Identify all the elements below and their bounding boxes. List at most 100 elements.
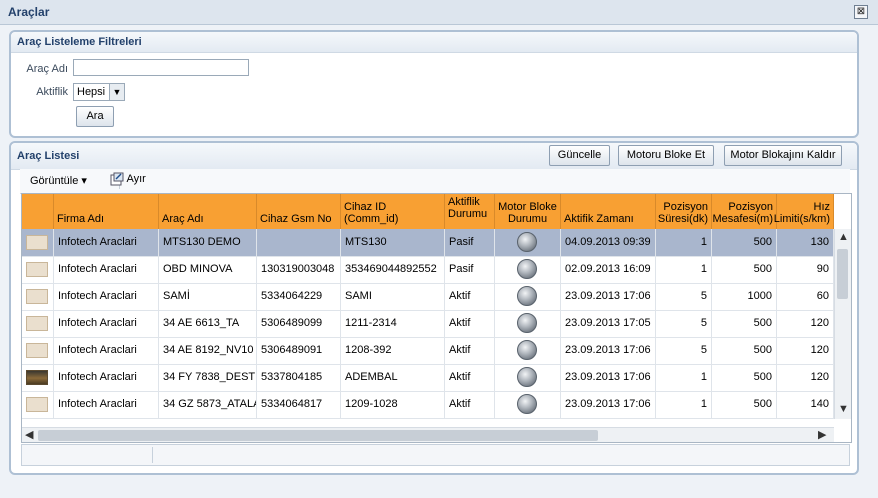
table-row[interactable]: Infotech Araclari SAMİ 5334064229 SAMI Aktif… [22, 283, 837, 311]
vehicle-name-cell: MTS130 DEMO [159, 229, 257, 256]
position-time-cell: 5 [656, 310, 712, 337]
table-row[interactable]: Infotech Araclari OBD MINOVA 130319003048 3… [22, 256, 837, 284]
scroll-right-icon[interactable]: ▶ [818, 428, 826, 441]
horizontal-scroll-thumb[interactable] [38, 430, 598, 441]
activity-selected-value: Hepsi [77, 86, 106, 98]
car-icon [26, 316, 48, 331]
column-header-device-id[interactable]: Cihaz ID (Comm_id) [341, 194, 445, 229]
table-row[interactable]: Infotech Araclari 34 GZ 5873_ATALA 5334064… [22, 391, 837, 419]
dialog-titlebar: Araçlar ⊠ [0, 0, 878, 25]
vehicle-name-cell: 34 AE 8192_NV10 [159, 337, 257, 364]
active-time-cell: 23.09.2013 17:05 [561, 310, 656, 337]
vehicle-name-label: Araç Adı [26, 63, 68, 75]
detach-button[interactable]: Ayır [110, 172, 146, 186]
position-time-cell: 1 [656, 364, 712, 391]
vehicle-table: Firma Adı Araç Adı Cihaz Gsm No Cihaz ID… [21, 193, 852, 443]
device-id-cell: 353469044892552 [341, 256, 445, 283]
active-time-cell: 02.09.2013 16:09 [561, 256, 656, 283]
speed-limit-cell: 60 [777, 283, 834, 310]
car-icon [26, 262, 48, 277]
column-header-company[interactable]: Firma Adı [54, 194, 159, 229]
vehicle-name-cell: OBD MINOVA [159, 256, 257, 283]
column-header-active-time[interactable]: Aktifik Zamanı [561, 194, 656, 229]
table-row[interactable]: Infotech Araclari 34 AE 8192_NV10 53064890… [22, 337, 837, 365]
engine-status-indicator-icon [517, 340, 537, 360]
status-cell: Aktif [445, 337, 495, 364]
engine-block-cell [495, 391, 561, 418]
status-bar [21, 444, 850, 466]
position-distance-cell: 500 [712, 256, 777, 283]
gsm-cell: 5334064817 [257, 391, 341, 418]
speed-limit-cell: 130 [777, 229, 834, 256]
scroll-down-icon[interactable]: ▼ [838, 403, 849, 415]
refresh-button[interactable]: Güncelle [549, 145, 610, 166]
position-time-cell: 1 [656, 391, 712, 418]
status-cell: Aktif [445, 364, 495, 391]
view-menu-label: Görüntüle [30, 175, 79, 187]
close-icon[interactable]: ⊠ [854, 5, 868, 19]
engine-block-cell [495, 310, 561, 337]
thumbnail-cell [22, 283, 54, 310]
gsm-cell: 5337804185 [257, 364, 341, 391]
status-cell: Aktif [445, 310, 495, 337]
column-header-position-distance[interactable]: Pozisyon Mesafesi(m) [712, 194, 777, 229]
gsm-cell: 5334064229 [257, 283, 341, 310]
horizontal-scrollbar[interactable]: ◀ ▶ [22, 427, 834, 442]
table-row[interactable]: Infotech Araclari MTS130 DEMO MTS130 Pasif 0… [22, 229, 837, 257]
thumbnail-cell [22, 310, 54, 337]
view-menu[interactable]: Görüntüle ▾ [30, 174, 87, 187]
position-distance-cell: 500 [712, 391, 777, 418]
column-header-status[interactable]: Aktiflik Durumu [445, 194, 495, 229]
gsm-cell: 130319003048 [257, 256, 341, 283]
position-distance-cell: 500 [712, 364, 777, 391]
column-header-speed-limit[interactable]: Hız Limiti(s/km) [774, 194, 834, 229]
gsm-cell: 5306489099 [257, 310, 341, 337]
block-engine-button[interactable]: Motoru Bloke Et [618, 145, 714, 166]
vehicle-name-input[interactable] [73, 59, 249, 76]
position-distance-cell: 500 [712, 337, 777, 364]
detach-label: Ayır [126, 172, 146, 185]
status-cell: Aktif [445, 391, 495, 418]
car-icon [26, 289, 48, 304]
column-header-gsm[interactable]: Cihaz Gsm No [257, 194, 341, 229]
car-icon [26, 343, 48, 358]
speed-limit-cell: 140 [777, 391, 834, 418]
position-time-cell: 1 [656, 256, 712, 283]
column-header-engine-block[interactable]: Motor Bloke Durumu [495, 194, 561, 229]
filter-panel: Araç Listeleme Filtreleri Araç Adı Aktif… [9, 30, 859, 138]
engine-status-indicator-icon [517, 394, 537, 414]
status-cell: Aktif [445, 283, 495, 310]
vehicle-name-cell: SAMİ [159, 283, 257, 310]
search-button[interactable]: Ara [76, 106, 114, 127]
speed-limit-cell: 120 [777, 364, 834, 391]
vertical-scrollbar[interactable]: ▲ ▼ [834, 229, 851, 419]
grid-toolbar: Görüntüle ▾ Ayır [20, 169, 850, 194]
vehicle-photo-icon [26, 370, 48, 385]
activity-select[interactable]: Hepsi ▼ [73, 83, 125, 101]
engine-status-indicator-icon [517, 232, 537, 252]
car-icon [26, 235, 48, 250]
table-row[interactable]: Infotech Araclari 34 FY 7838_DESTEI 533780… [22, 364, 837, 392]
table-row[interactable]: Infotech Araclari 34 AE 6613_TA 5306489099… [22, 310, 837, 338]
company-cell: Infotech Araclari [54, 283, 159, 310]
column-header-thumb[interactable] [22, 194, 54, 229]
gsm-cell: 5306489091 [257, 337, 341, 364]
scroll-up-icon[interactable]: ▲ [838, 231, 849, 243]
status-cell: Pasif [445, 229, 495, 256]
company-cell: Infotech Araclari [54, 310, 159, 337]
chevron-down-icon[interactable]: ▼ [109, 84, 124, 100]
position-time-cell: 1 [656, 229, 712, 256]
scroll-left-icon[interactable]: ◀ [25, 428, 33, 441]
vertical-scroll-thumb[interactable] [837, 249, 848, 299]
company-cell: Infotech Araclari [54, 229, 159, 256]
filter-panel-title: Araç Listeleme Filtreleri [17, 36, 142, 48]
unblock-engine-button[interactable]: Motor Blokajını Kaldır [724, 145, 842, 166]
column-header-vehicle[interactable]: Araç Adı [159, 194, 257, 229]
column-header-position-time[interactable]: Pozisyon Süresi(dk) [656, 194, 712, 229]
vehicle-name-cell: 34 GZ 5873_ATALA [159, 391, 257, 418]
active-time-cell: 04.09.2013 09:39 [561, 229, 656, 256]
thumbnail-cell [22, 229, 54, 256]
engine-block-cell [495, 256, 561, 283]
active-time-cell: 23.09.2013 17:06 [561, 391, 656, 418]
device-id-cell: 1211-2314 [341, 310, 445, 337]
